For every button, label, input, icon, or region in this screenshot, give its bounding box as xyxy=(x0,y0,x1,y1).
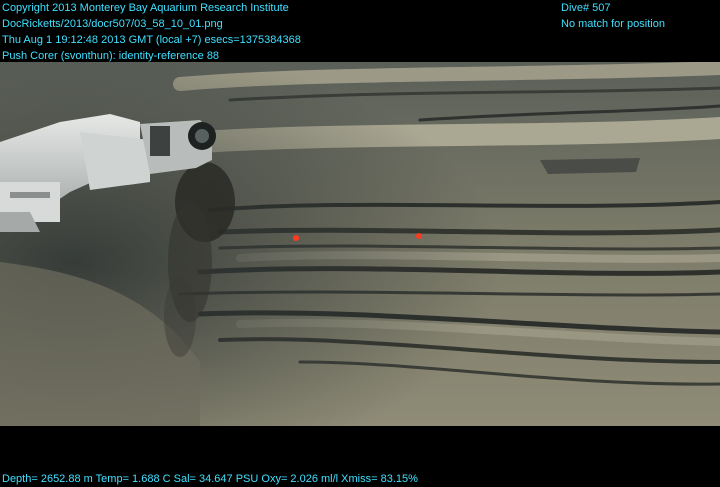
timestamp-text: Thu Aug 1 19:12:48 2013 GMT (local +7) e… xyxy=(2,34,301,46)
image-path-text: DocRicketts/2013/docr507/03_58_10_01.png xyxy=(2,18,223,30)
position-status-text: No match for position xyxy=(561,18,665,30)
seafloor-photo xyxy=(0,62,720,426)
dive-number-text: Dive# 507 xyxy=(561,2,611,14)
copyright-text: Copyright 2013 Monterey Bay Aquarium Res… xyxy=(2,2,289,14)
dive-info: Dive# 507 No match for position xyxy=(561,0,665,32)
metadata-header: Copyright 2013 Monterey Bay Aquarium Res… xyxy=(2,0,301,64)
laser-dot-right xyxy=(416,233,422,239)
laser-dot-left xyxy=(293,235,299,241)
sensor-readout: Depth= 2652.88 m Temp= 1.688 C Sal= 34.6… xyxy=(2,473,418,485)
